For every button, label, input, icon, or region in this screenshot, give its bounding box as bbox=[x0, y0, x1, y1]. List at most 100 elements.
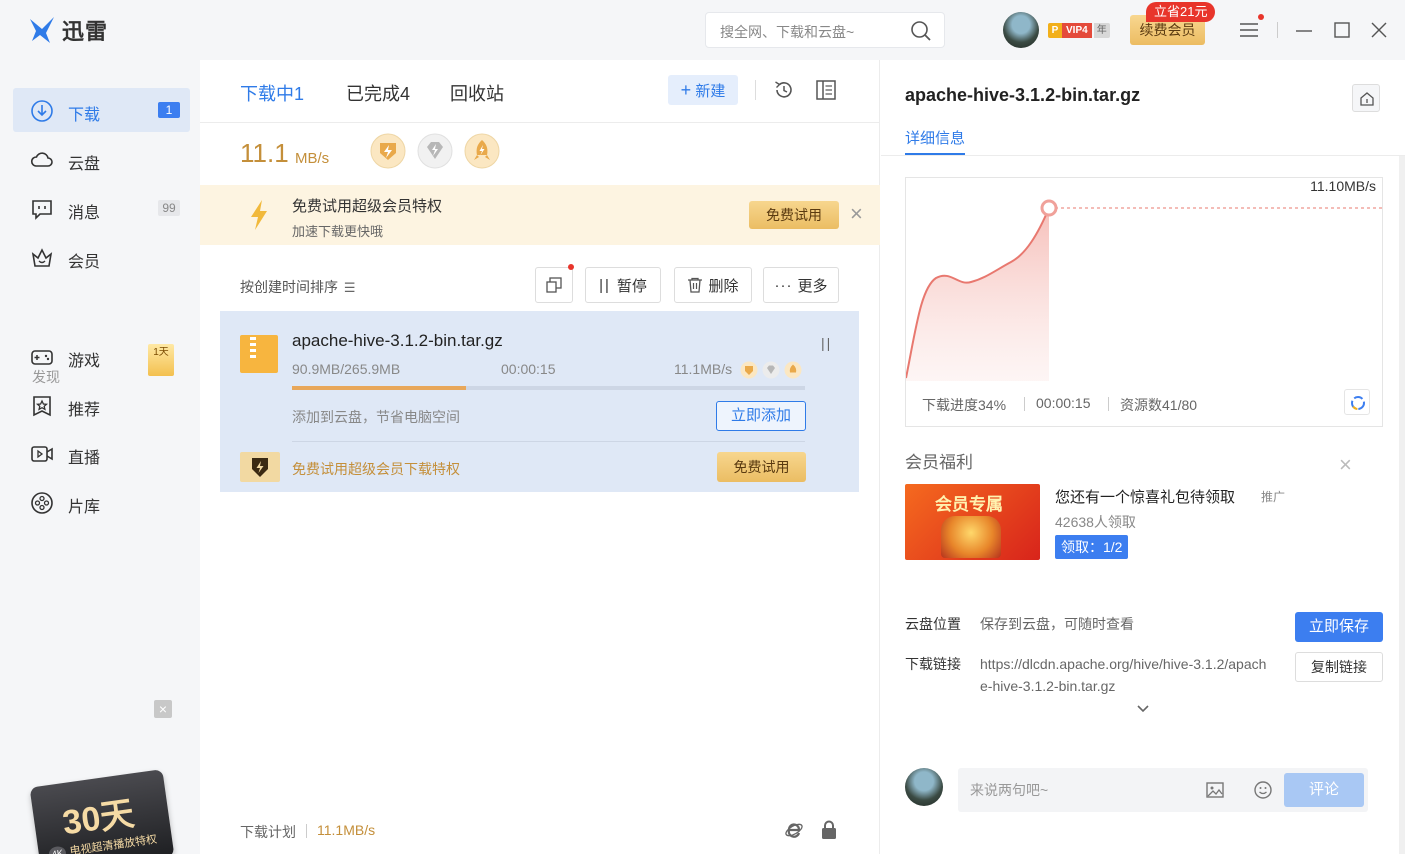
save-to-cloud-button[interactable]: 立即保存 bbox=[1295, 612, 1383, 642]
promo-close-button[interactable]: × bbox=[154, 700, 172, 718]
app-name: 迅雷 bbox=[62, 19, 109, 44]
benefit-claim-button[interactable]: 领取：1/2 bbox=[1055, 535, 1129, 559]
download-link-value: https://dlcdn.apache.org/hive/hive-3.1.2… bbox=[980, 656, 1267, 694]
search-placeholder[interactable]: 搜全网、下载和云盘~ bbox=[720, 22, 854, 42]
delete-button[interactable]: 删除 bbox=[674, 267, 752, 303]
sidebar-item-recommend[interactable]: 推荐 bbox=[13, 383, 190, 427]
multi-select-icon bbox=[546, 277, 562, 293]
task-size: 90.9MB/265.9MB bbox=[292, 361, 401, 377]
multi-select-button[interactable] bbox=[535, 264, 574, 303]
source-loading-button[interactable] bbox=[1344, 389, 1370, 415]
pause-all-button[interactable]: || 暂停 bbox=[585, 267, 661, 303]
stat-divider bbox=[1108, 397, 1109, 411]
open-folder-button[interactable] bbox=[1352, 84, 1380, 112]
task-speed: 11.1MB/s bbox=[674, 361, 733, 377]
tv-vip-promo-card[interactable]: 30天 4K 电视超清播放特权 bbox=[29, 769, 175, 854]
multi-select-dot bbox=[568, 264, 574, 270]
gamepad-icon bbox=[31, 350, 53, 365]
trial-banner-close-icon[interactable]: × bbox=[850, 201, 863, 227]
sort-by-created-time[interactable]: 按创建时间排序 ☰ bbox=[240, 277, 356, 297]
benefit-image-text: 会员专属 bbox=[935, 495, 1003, 514]
comment-submit-button[interactable]: 评论 bbox=[1284, 773, 1364, 807]
benefit-claim-count: 42638人领取 bbox=[1055, 514, 1136, 530]
lock-icon[interactable] bbox=[820, 820, 838, 840]
live-video-icon bbox=[31, 446, 53, 462]
diamond-speed-icon[interactable] bbox=[417, 133, 453, 169]
trash-icon bbox=[688, 277, 703, 293]
total-speed-value: 11.1 bbox=[240, 138, 289, 168]
minimize-icon[interactable] bbox=[1294, 20, 1314, 40]
panel-layout-icon[interactable] bbox=[815, 79, 837, 101]
benefit-banner-image[interactable]: 会员专属 bbox=[905, 484, 1040, 560]
tab-details[interactable]: 详细信息 bbox=[905, 127, 965, 148]
vip-p-mark: P bbox=[1048, 23, 1062, 38]
games-promo-badge: 1天 bbox=[148, 344, 174, 376]
sidebar-item-live[interactable]: 直播 bbox=[13, 431, 190, 475]
task-vip-shield-icon bbox=[740, 361, 758, 379]
plan-speed: 11.1MB/s bbox=[317, 822, 376, 838]
sort-label-text: 按创建时间排序 bbox=[240, 279, 338, 295]
browser-ie-icon[interactable] bbox=[784, 820, 804, 840]
sidebar-item-label: 云盘 bbox=[68, 156, 101, 173]
download-plan-link[interactable]: 下载计划 bbox=[240, 822, 296, 842]
search-icon[interactable] bbox=[910, 20, 932, 42]
sidebar-item-download[interactable]: 下载 1 bbox=[13, 88, 190, 132]
speed-chart-area bbox=[906, 208, 1049, 381]
sort-order-icon: ☰ bbox=[343, 280, 356, 295]
copy-link-button[interactable]: 复制链接 bbox=[1295, 652, 1383, 682]
image-icon[interactable] bbox=[1205, 780, 1225, 800]
task-file-name: apache-hive-3.1.2-bin.tar.gz bbox=[292, 331, 503, 350]
tabs-divider bbox=[200, 122, 880, 123]
more-dots-icon: ··· bbox=[774, 276, 793, 294]
sidebar-item-cloud[interactable]: 云盘 bbox=[13, 137, 190, 181]
cloud-icon bbox=[30, 152, 53, 167]
benefit-close-icon[interactable]: × bbox=[1339, 452, 1352, 478]
plus-icon: + bbox=[680, 80, 692, 100]
star-badge-icon bbox=[33, 396, 51, 417]
rocket-speed-icon[interactable] bbox=[464, 133, 500, 169]
sidebar-item-library[interactable]: 片库 bbox=[13, 480, 190, 524]
chevron-down-icon[interactable] bbox=[1135, 703, 1151, 715]
detail-scrollbar[interactable] bbox=[1399, 156, 1405, 854]
elapsed-time-stat: 00:00:15 bbox=[1036, 395, 1091, 411]
search-box[interactable]: 搜全网、下载和云盘~ bbox=[705, 12, 945, 48]
more-label: 更多 bbox=[797, 277, 828, 295]
task-row[interactable]: apache-hive-3.1.2-bin.tar.gz 90.9MB/265.… bbox=[220, 311, 859, 492]
emoji-icon[interactable] bbox=[1253, 780, 1273, 800]
task-rocket-icon bbox=[784, 361, 802, 379]
sources-stat: 资源数41/80 bbox=[1120, 397, 1198, 413]
detail-file-title: apache-hive-3.1.2-bin.tar.gz bbox=[905, 85, 1141, 105]
sidebar-item-games[interactable]: 游戏 1天 bbox=[13, 334, 190, 378]
vip-level: VIP4 bbox=[1062, 23, 1092, 38]
sidebar-item-label: 游戏 bbox=[68, 353, 101, 370]
thunder-bird-icon bbox=[30, 17, 54, 43]
sidebar: 下载 1 云盘 消息 99 会员 发现 游戏 1天 推荐 直播 片库 30天 4… bbox=[0, 60, 200, 854]
tab-recycle-bin[interactable]: 回收站 bbox=[450, 80, 504, 106]
vip-trial-banner: 免费试用超级会员特权 加速下载更快哦 免费试用 × bbox=[200, 185, 880, 245]
tab-downloading[interactable]: 下载中1 bbox=[240, 80, 304, 106]
new-task-button[interactable]: + 新建 bbox=[668, 75, 738, 105]
vip-year: 年 bbox=[1093, 23, 1110, 38]
chart-stats-footer: 下载进度34% 00:00:15 资源数41/80 bbox=[906, 381, 1382, 427]
more-button[interactable]: ··· 更多 bbox=[763, 267, 839, 303]
film-reel-icon bbox=[31, 492, 53, 514]
plan-divider bbox=[306, 824, 307, 838]
download-progress-stat: 下载进度34% bbox=[922, 397, 1007, 413]
task-pause-icon[interactable]: || bbox=[821, 335, 832, 351]
maximize-icon[interactable] bbox=[1332, 20, 1352, 40]
task-vip-trial-button[interactable]: 免费试用 bbox=[717, 452, 806, 482]
history-icon[interactable] bbox=[773, 79, 795, 101]
add-to-cloud-button[interactable]: 立即添加 bbox=[716, 401, 806, 431]
user-avatar[interactable] bbox=[1003, 12, 1039, 48]
trial-banner-button[interactable]: 免费试用 bbox=[749, 201, 839, 229]
close-icon[interactable] bbox=[1369, 20, 1389, 40]
benefit-headline[interactable]: 您还有一个惊喜礼包待领取 bbox=[1055, 486, 1235, 507]
sidebar-item-label: 推荐 bbox=[68, 402, 101, 419]
vip-badge[interactable]: P VIP4 年 bbox=[1048, 23, 1110, 38]
task-elapsed-time: 00:00:15 bbox=[501, 361, 556, 377]
tab-completed[interactable]: 已完成4 bbox=[346, 80, 410, 106]
sidebar-item-vip[interactable]: 会员 bbox=[13, 235, 190, 279]
vip-speed-shield-icon[interactable] bbox=[370, 133, 406, 169]
menu-icon[interactable] bbox=[1239, 20, 1259, 40]
sidebar-item-messages[interactable]: 消息 99 bbox=[13, 186, 190, 230]
